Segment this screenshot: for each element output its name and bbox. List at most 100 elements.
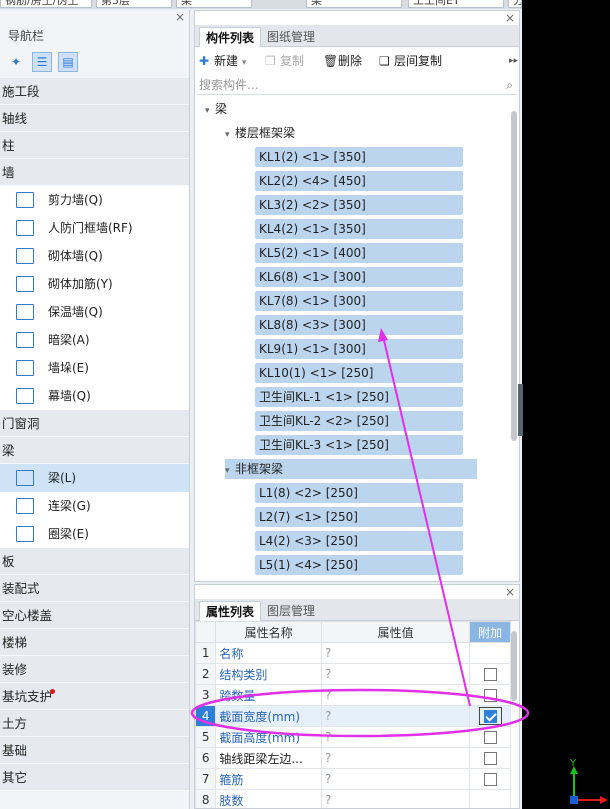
nav-category-foundation[interactable]: 基础 [0, 737, 189, 764]
pin-icon[interactable]: ✦ [6, 52, 26, 72]
table-row[interactable]: 3 跨数量 ? [195, 684, 511, 706]
property-name[interactable]: 轴线距梁左边... [215, 747, 322, 769]
attach-checkbox[interactable] [483, 752, 497, 765]
nav-category-other[interactable]: 其它 [0, 764, 189, 791]
nav-item-coupling-beam[interactable]: 连梁(G) [0, 492, 189, 520]
nav-category-beam[interactable]: 梁 [0, 437, 189, 464]
tree-root[interactable]: ▾ 梁 [205, 99, 227, 119]
attach-checkbox[interactable] [483, 773, 497, 786]
table-row[interactable]: 7 箍筋 ? [195, 768, 511, 790]
tab-drawing-management[interactable]: 图纸管理 [261, 27, 321, 47]
property-value[interactable]: ? [320, 747, 471, 769]
property-name[interactable]: 结构类别 [215, 663, 322, 685]
caret-down-icon[interactable]: ▾ [205, 101, 215, 121]
nav-item-civil-defense-wall[interactable]: 人防门框墙(RF) [0, 214, 189, 242]
copy-button[interactable]: ❐ 复制 [265, 53, 304, 69]
property-name[interactable]: 截面高度(mm) [215, 726, 322, 748]
property-name[interactable]: 箍筋 [215, 768, 322, 790]
nav-category-pit-support[interactable]: 基坑支护 [0, 683, 189, 710]
nav-category-decoration[interactable]: 装修 [0, 656, 189, 683]
subtype-selector[interactable]: 梁 [306, 0, 402, 8]
table-row[interactable]: 5 截面高度(mm) ? [195, 726, 511, 748]
drawing-viewport[interactable]: Y [522, 0, 610, 809]
attach-checkbox[interactable] [483, 731, 497, 744]
tree-item[interactable]: KL9(1) <1> [300] [255, 339, 463, 359]
layer-selector[interactable]: 分层1 [508, 0, 522, 8]
close-icon[interactable]: × [505, 585, 515, 599]
nav-category-slab[interactable]: 板 [0, 548, 189, 575]
nav-category-construction-section[interactable]: 施工段 [0, 78, 189, 105]
table-row[interactable]: 2 结构类别 ? [195, 663, 511, 685]
property-name[interactable]: 名称 [215, 642, 322, 664]
new-button[interactable]: ✚ 新建 ▾ [199, 53, 246, 69]
chevron-down-icon[interactable]: ▾ [242, 58, 247, 68]
detail-view-icon[interactable]: ▤ [58, 52, 78, 72]
tree-item[interactable]: 卫生间KL-2 <2> [250] [255, 411, 463, 431]
table-row-selected[interactable]: 4 截面宽度(mm) ? [195, 705, 511, 727]
nav-item-wall-pier[interactable]: 墙垛(E) [0, 354, 189, 382]
tree-item[interactable]: KL6(8) <1> [300] [255, 267, 463, 287]
tree-item[interactable]: KL7(8) <1> [300] [255, 291, 463, 311]
tree-item[interactable]: KL3(2) <2> [350] [255, 195, 463, 215]
tab-property-list[interactable]: 属性列表 [199, 601, 262, 621]
property-value[interactable]: ? [320, 726, 471, 748]
property-value[interactable]: ? [320, 789, 471, 808]
property-scrollbar[interactable] [511, 631, 517, 701]
nav-category-earthwork[interactable]: 土方 [0, 710, 189, 737]
tree-item[interactable]: 卫生间KL-1 <1> [250] [255, 387, 463, 407]
nav-category-column[interactable]: 柱 [0, 132, 189, 159]
tree-item[interactable]: KL10(1) <1> [250] [255, 363, 463, 383]
tree-item[interactable]: L1(8) <2> [250] [255, 483, 463, 503]
project-selector[interactable]: 钢筋/房土/伪土 [0, 0, 92, 8]
tree-group-non-frame-beam[interactable]: ▾ 非框架梁 [225, 459, 478, 479]
nav-item-hidden-beam[interactable]: 暗梁(A) [0, 326, 189, 354]
component-selector[interactable]: 工工间ET [408, 0, 504, 8]
table-row[interactable]: 8 肢数 ? [195, 789, 511, 808]
property-value[interactable]: ? [320, 642, 471, 664]
nav-category-axis[interactable]: 轴线 [0, 105, 189, 132]
tree-item[interactable]: 卫生间KL-3 <1> [250] [255, 435, 463, 455]
property-value[interactable]: ? [320, 684, 471, 706]
search-input[interactable]: 搜索构件... ⌕ [197, 75, 517, 95]
nav-item-masonry-wall[interactable]: 砌体墙(Q) [0, 242, 189, 270]
property-name[interactable]: 肢数 [215, 789, 322, 808]
type-selector[interactable]: 梁 [176, 0, 252, 8]
nav-item-shear-wall[interactable]: 剪力墙(Q) [0, 186, 189, 214]
nav-category-stairs[interactable]: 楼梯 [0, 629, 189, 656]
tree-scrollbar[interactable] [511, 111, 517, 441]
property-name[interactable]: 跨数量 [215, 684, 322, 706]
property-value[interactable]: ? [320, 768, 471, 790]
caret-down-icon[interactable]: ▾ [225, 125, 235, 145]
table-row[interactable]: 6 轴线距梁左边... ? [195, 747, 511, 769]
close-icon[interactable]: × [175, 10, 185, 24]
nav-category-prefab[interactable]: 装配式 [0, 575, 189, 602]
tree-item[interactable]: KL4(2) <1> [350] [255, 219, 463, 239]
tree-item[interactable]: L5(1) <4> [250] [255, 555, 463, 575]
tab-layer-management[interactable]: 图层管理 [261, 601, 321, 621]
nav-category-hollow-floor[interactable]: 空心楼盖 [0, 602, 189, 629]
list-view-icon[interactable]: ☰ [32, 52, 52, 72]
attach-checkbox[interactable] [483, 668, 497, 681]
tree-item[interactable]: KL5(2) <1> [400] [255, 243, 463, 263]
property-value[interactable]: ? [320, 663, 471, 685]
floor-selector[interactable]: 第3层 [96, 0, 172, 8]
attach-checkbox-checked[interactable] [483, 710, 497, 723]
delete-button[interactable]: 🗑删除 [323, 53, 362, 69]
panel-splitter[interactable] [518, 384, 523, 436]
tree-item[interactable]: KL2(2) <4> [450] [255, 171, 463, 191]
attach-checkbox[interactable] [483, 689, 497, 702]
tree-item[interactable]: KL1(2) <1> [350] [255, 147, 463, 167]
tab-component-list[interactable]: 构件列表 [199, 27, 262, 47]
nav-item-ring-beam[interactable]: 圈梁(E) [0, 520, 189, 548]
tree-item[interactable]: L2(7) <1> [250] [255, 507, 463, 527]
search-icon[interactable]: ⌕ [506, 75, 513, 95]
property-name[interactable]: 截面宽度(mm) [215, 705, 322, 727]
nav-item-beam[interactable]: 梁(L) [0, 464, 189, 492]
nav-category-wall[interactable]: 墙 [0, 159, 189, 186]
nav-item-curtain-wall[interactable]: 幕墙(Q) [0, 382, 189, 410]
tree-item[interactable]: L4(2) <3> [250] [255, 531, 463, 551]
tree-group-frame-beam[interactable]: ▾ 楼层框架梁 [225, 123, 295, 143]
table-row[interactable]: 1 名称 ? [195, 642, 511, 664]
tree-item[interactable]: KL8(8) <3> [300] [255, 315, 463, 335]
nav-item-insulation-wall[interactable]: 保温墙(Q) [0, 298, 189, 326]
